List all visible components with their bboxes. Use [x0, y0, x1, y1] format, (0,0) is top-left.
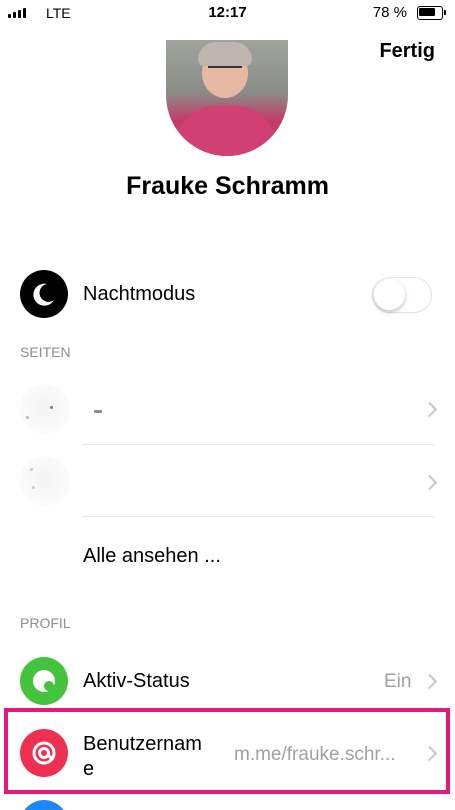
toggle-knob	[374, 279, 405, 310]
divider	[82, 516, 435, 517]
night-mode-toggle[interactable]	[372, 277, 432, 313]
profile-section-header: PROFIL	[20, 615, 71, 631]
battery-fill	[419, 8, 435, 16]
chevron-right-icon	[421, 474, 438, 491]
chevron-right-icon	[421, 673, 438, 690]
page-avatar	[20, 384, 70, 434]
profile-name: Frauke Schramm	[126, 172, 329, 200]
active-status-label: Aktiv-Status	[83, 670, 190, 692]
divider	[82, 444, 435, 445]
battery-percentage: 78 %	[372, 4, 407, 21]
active-status-icon	[20, 657, 68, 705]
highlight-annotation	[4, 708, 450, 794]
avatar[interactable]	[166, 40, 288, 156]
night-mode-label: Nachtmodus	[83, 283, 196, 305]
next-row-icon	[20, 800, 68, 810]
pages-section-header: SEITEN	[20, 344, 71, 360]
chevron-right-icon	[421, 401, 438, 418]
profile-settings-screen: LTE 12:17 78 % Fertig Frauke Schramm Nac…	[0, 0, 455, 810]
battery-icon	[417, 6, 446, 20]
moon-icon	[20, 270, 68, 318]
blurred-page-name	[94, 410, 102, 413]
active-status-value: Ein	[384, 671, 412, 692]
done-button[interactable]: Fertig	[379, 40, 435, 63]
page-avatar	[20, 456, 70, 506]
see-all-pages-link[interactable]: Alle ansehen ...	[83, 545, 221, 568]
status-bar: LTE 12:17 78 %	[0, 0, 455, 28]
